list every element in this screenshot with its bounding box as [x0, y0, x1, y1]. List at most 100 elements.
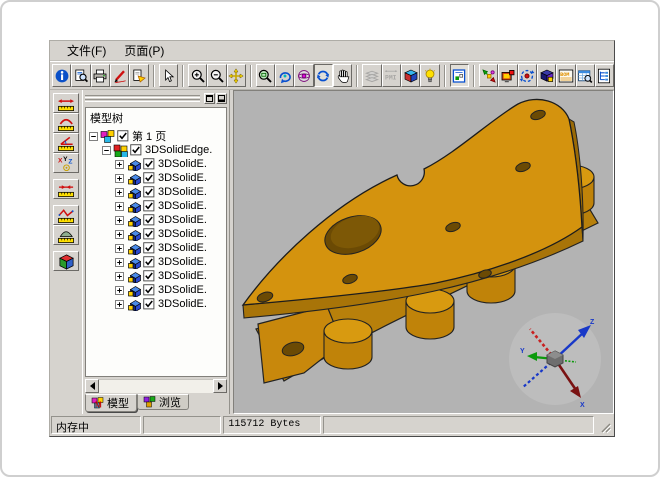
scroll-right-button[interactable] — [213, 379, 227, 393]
expand-toggle[interactable] — [115, 174, 124, 183]
tree-item-part-9[interactable]: 3DSolidE. — [86, 269, 226, 283]
measure-arc-button[interactable] — [53, 113, 79, 133]
tree-item-checkbox[interactable] — [143, 298, 155, 310]
printer-button[interactable] — [91, 64, 110, 87]
part-icon-icon — [126, 214, 141, 227]
tree-item-part-4[interactable]: 3DSolidE. — [86, 199, 226, 213]
spin-circle-button[interactable] — [518, 64, 537, 87]
toolbar-separator — [473, 65, 475, 87]
tree-item-checkbox[interactable] — [130, 144, 142, 156]
tree-item-checkbox[interactable] — [143, 200, 155, 212]
tree-item-part-10[interactable]: 3DSolidE. — [86, 283, 226, 297]
tree-item-part-11[interactable]: 3DSolidE. — [86, 297, 226, 311]
checkbox-icon — [143, 186, 155, 198]
scrollbar-track[interactable] — [99, 379, 213, 393]
menu-page[interactable]: 页面(P) — [115, 40, 173, 61]
bom-button[interactable]: BOM — [556, 64, 575, 87]
expand-toggle[interactable] — [115, 300, 124, 309]
expand-toggle[interactable] — [115, 258, 124, 267]
measure-area-button[interactable] — [53, 225, 79, 245]
rotate-view-button[interactable] — [275, 64, 294, 87]
scroll-left-button[interactable] — [85, 379, 99, 393]
expand-plus-icon — [115, 202, 124, 211]
part-icon — [126, 256, 141, 269]
viewport-3d[interactable]: Z X Y — [233, 90, 614, 414]
expand-plus-icon — [115, 286, 124, 295]
print-preview-button[interactable] — [71, 64, 90, 87]
tree-item-part-5[interactable]: 3DSolidE. — [86, 213, 226, 227]
tree-item-part-1[interactable]: 3DSolidE. — [86, 157, 226, 171]
orbit-point-icon — [296, 68, 312, 84]
expand-toggle[interactable] — [115, 188, 124, 197]
spin-circle-icon — [519, 68, 535, 84]
expand-toggle[interactable] — [115, 272, 124, 281]
annotate-pen-button[interactable] — [110, 64, 129, 87]
explode-assembly-button[interactable] — [479, 64, 498, 87]
nav-sphere[interactable]: Z X Y — [509, 313, 601, 409]
resize-grip[interactable] — [598, 420, 612, 434]
light-bulb-button[interactable] — [420, 64, 439, 87]
measure-gap-button[interactable] — [53, 179, 79, 199]
tree-item-checkbox[interactable] — [143, 256, 155, 268]
select-cursor-button[interactable] — [159, 64, 178, 87]
tree-item-checkbox[interactable] — [143, 214, 155, 226]
tab-browse[interactable]: 浏览 — [137, 394, 189, 410]
tree-item-checkbox[interactable] — [143, 228, 155, 240]
collapse-toggle[interactable] — [102, 146, 111, 155]
orbit-point-button[interactable] — [294, 64, 313, 87]
zoom-window-button[interactable] — [256, 64, 275, 87]
pan-arrows-icon — [228, 68, 244, 84]
tree-horizontal-scrollbar[interactable] — [85, 379, 227, 393]
tree-item-part-6[interactable]: 3DSolidE. — [86, 227, 226, 241]
menu-file[interactable]: 文件(F) — [58, 40, 115, 61]
tree-item-page-1[interactable]: 第 1 页 — [86, 129, 226, 143]
measure-curve-button[interactable] — [53, 205, 79, 225]
zoom-out-button[interactable] — [207, 64, 226, 87]
dark-cube-button[interactable] — [537, 64, 556, 87]
refresh-button[interactable] — [314, 64, 333, 87]
expand-toggle[interactable] — [115, 286, 124, 295]
tree-view-button[interactable] — [595, 64, 614, 87]
tree-item-part-3[interactable]: 3DSolidE. — [86, 185, 226, 199]
measure-angle-button[interactable] — [53, 133, 79, 153]
page-frame-button[interactable] — [450, 64, 469, 87]
tree-item-part-8[interactable]: 3DSolidE. — [86, 255, 226, 269]
table-search-icon — [577, 68, 593, 84]
collapse-toggle[interactable] — [89, 132, 98, 141]
color-cube-button[interactable] — [401, 64, 420, 87]
tree-item-checkbox[interactable] — [143, 270, 155, 282]
hand-pan-button[interactable] — [333, 64, 352, 87]
tree-item-checkbox[interactable] — [143, 172, 155, 184]
zoom-in-button[interactable] — [188, 64, 207, 87]
tree-item-checkbox[interactable] — [143, 186, 155, 198]
panel-gripper[interactable] — [85, 94, 200, 103]
grip-icon — [598, 420, 612, 434]
part-icon — [126, 242, 141, 255]
tab-model[interactable]: M模型 — [85, 394, 137, 412]
render-board-button[interactable] — [498, 64, 517, 87]
tree-item-checkbox[interactable] — [143, 158, 155, 170]
expand-toggle[interactable] — [115, 244, 124, 253]
float-panel-button[interactable] — [204, 93, 215, 104]
tree-item-assembly[interactable]: 3DSolidEdge. — [86, 143, 226, 157]
tree-item-part-2[interactable]: 3DSolidE. — [86, 171, 226, 185]
tree-item-checkbox[interactable] — [117, 130, 129, 142]
measure-volume-button[interactable] — [53, 251, 79, 271]
tree-item-part-7[interactable]: 3DSolidE. — [86, 241, 226, 255]
expand-toggle[interactable] — [115, 160, 124, 169]
pan-arrows-button[interactable] — [227, 64, 246, 87]
info-button[interactable] — [52, 64, 71, 87]
measure-distance-button[interactable] — [53, 93, 79, 113]
export-page-button[interactable] — [129, 64, 148, 87]
tree-item-checkbox[interactable] — [143, 242, 155, 254]
expand-toggle[interactable] — [115, 202, 124, 211]
table-search-button[interactable] — [576, 64, 595, 87]
hide-panel-button[interactable] — [216, 93, 227, 104]
expand-toggle[interactable] — [115, 216, 124, 225]
3d-model-top-face — [243, 99, 582, 305]
measure-xyz-button[interactable]: XYZ — [53, 153, 79, 173]
left-arrow-icon — [86, 382, 95, 390]
zoom-in-icon — [190, 68, 206, 84]
tree-item-checkbox[interactable] — [143, 284, 155, 296]
expand-toggle[interactable] — [115, 230, 124, 239]
